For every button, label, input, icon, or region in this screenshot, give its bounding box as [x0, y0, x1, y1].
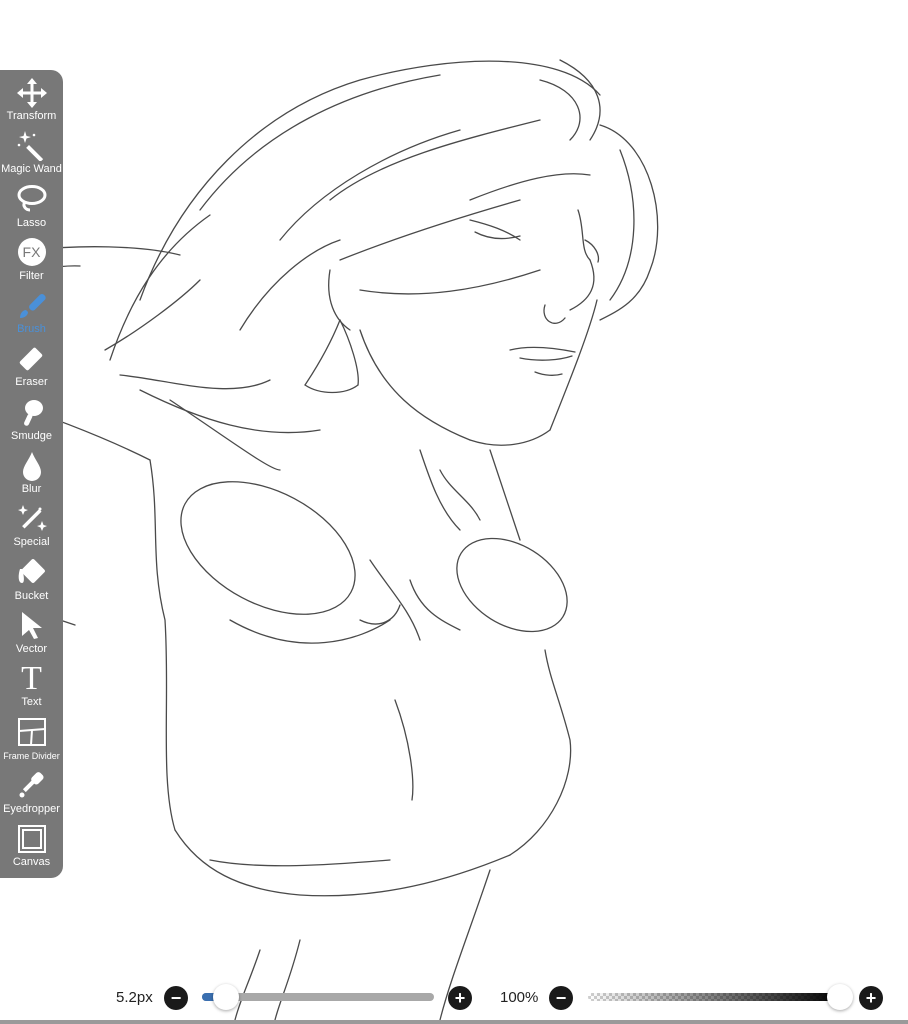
minus-icon: − — [170, 988, 182, 1008]
opacity-value: 100% — [500, 989, 539, 1006]
tool-label: Text — [21, 696, 42, 709]
text-icon-glyph: T — [21, 660, 42, 698]
tool-label: Lasso — [16, 216, 47, 229]
vector-arrow-icon — [18, 609, 46, 642]
special-sparkle-icon — [16, 502, 48, 535]
tool-filter[interactable]: FX Filter — [0, 236, 63, 289]
magic-wand-icon — [17, 129, 47, 162]
eraser-icon — [17, 342, 47, 375]
opacity-slider-thumb[interactable] — [827, 984, 853, 1010]
opacity-slider[interactable] — [588, 984, 853, 1010]
tool-eyedropper[interactable]: Eyedropper — [0, 769, 63, 822]
sketch-lines — [0, 59, 659, 1021]
bottom-controls: 5.2px − + 100% − + — [0, 978, 908, 1018]
tool-text[interactable]: T Text — [0, 662, 63, 715]
tool-label: Canvas — [12, 856, 51, 869]
brush-size-slider[interactable] — [202, 984, 434, 1010]
screen-bottom-edge — [0, 1020, 908, 1024]
bucket-icon — [16, 556, 48, 589]
text-icon: T — [21, 660, 42, 698]
plus-icon: + — [454, 988, 466, 1008]
minus-icon: − — [555, 988, 567, 1008]
opacity-decrease-button[interactable]: − — [549, 986, 573, 1010]
eyedropper-icon — [17, 769, 47, 802]
tool-label: Vector — [15, 642, 48, 655]
plus-icon: + — [865, 988, 877, 1008]
tool-special[interactable]: Special — [0, 502, 63, 555]
tool-label: Frame Divider — [3, 750, 60, 761]
canvas-icon — [17, 822, 47, 855]
brush-size-value: 5.2px — [116, 989, 153, 1006]
tool-vector[interactable]: Vector — [0, 609, 63, 662]
tool-label: Bucket — [14, 589, 49, 602]
fx-icon-text: FX — [17, 238, 46, 267]
brush-icon — [17, 289, 47, 322]
tool-lasso[interactable]: Lasso — [0, 183, 63, 236]
transform-icon — [16, 76, 47, 109]
tool-palette: Transform Magic Wand Lasso FX Filter Bru… — [0, 70, 63, 878]
blur-drop-icon — [20, 449, 44, 482]
smudge-icon — [17, 396, 47, 429]
tool-magic-wand[interactable]: Magic Wand — [0, 129, 63, 182]
tool-brush[interactable]: Brush — [0, 289, 63, 342]
brush-size-slider-thumb[interactable] — [213, 984, 239, 1010]
lasso-icon — [16, 183, 48, 216]
tool-eraser[interactable]: Eraser — [0, 342, 63, 395]
tool-label: Filter — [19, 269, 44, 282]
tool-label: Blur — [21, 483, 42, 496]
tool-label: Special — [13, 536, 50, 549]
tool-label: Transform — [6, 110, 57, 122]
fx-icon: FX — [17, 236, 46, 269]
tool-label: Eraser — [15, 376, 48, 389]
tool-frame-divider[interactable]: Frame Divider — [0, 716, 63, 769]
opacity-increase-button[interactable]: + — [859, 986, 883, 1010]
tool-label: Eyedropper — [3, 802, 60, 815]
tool-label: Smudge — [11, 429, 52, 442]
tool-bucket[interactable]: Bucket — [0, 556, 63, 609]
brush-size-increase-button[interactable]: + — [448, 986, 472, 1010]
brush-size-decrease-button[interactable]: − — [164, 986, 188, 1010]
tool-smudge[interactable]: Smudge — [0, 396, 63, 449]
tool-canvas[interactable]: Canvas — [0, 822, 63, 875]
tool-blur[interactable]: Blur — [0, 449, 63, 502]
tool-label: Brush — [17, 323, 46, 336]
tool-label: Magic Wand — [1, 163, 62, 176]
tool-transform[interactable]: Transform — [0, 76, 63, 129]
frame-divider-icon — [17, 716, 47, 749]
drawing-canvas[interactable] — [0, 0, 908, 1024]
